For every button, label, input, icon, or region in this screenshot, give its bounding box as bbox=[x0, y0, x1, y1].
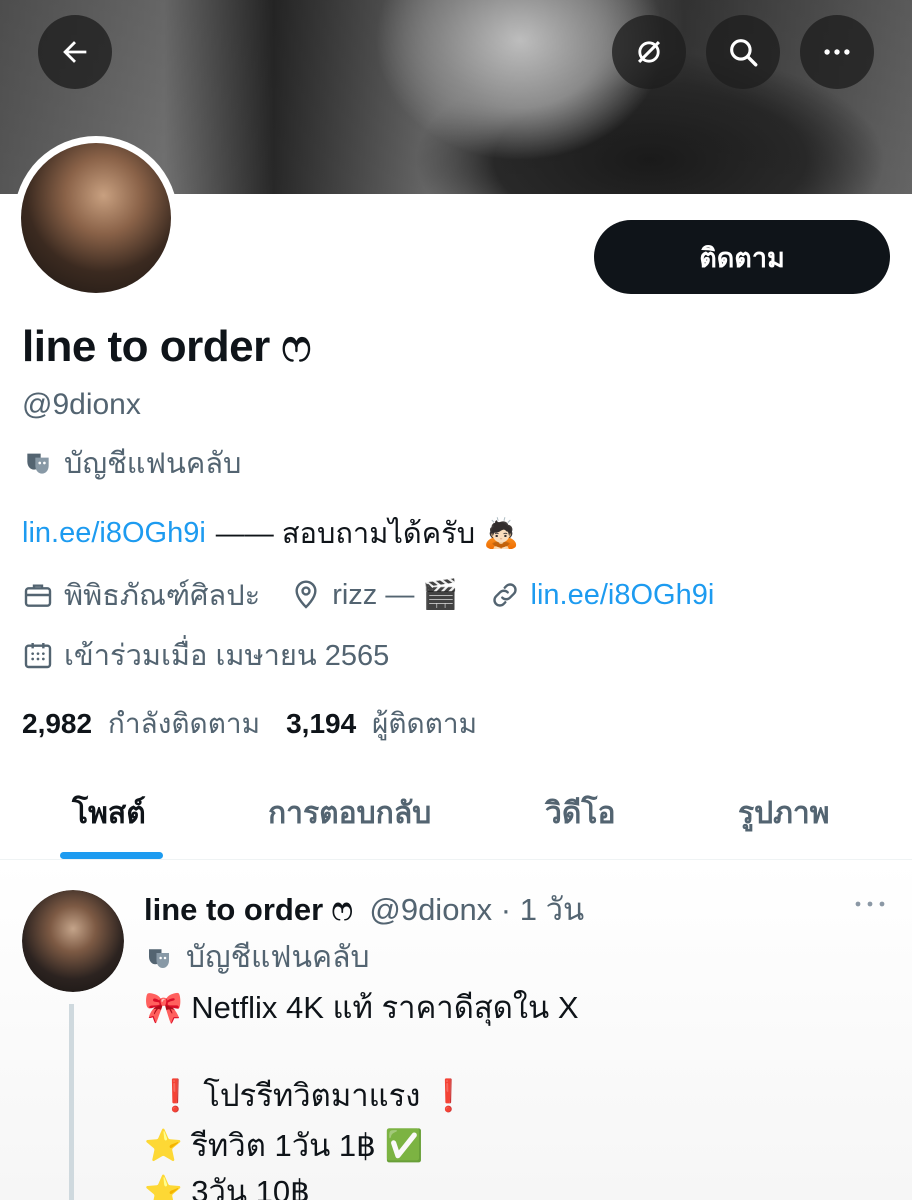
following-count: 2,982 bbox=[22, 708, 93, 739]
tab-photos[interactable]: รูปภาพ bbox=[738, 790, 830, 837]
post-text-line-1: 🎀 Netflix 4K แท้ ราคาดีสุดใน X bbox=[144, 990, 579, 1025]
profile-category: พิพิธภัณฑ์ศิลปะ bbox=[64, 580, 261, 612]
post-text-line-4: ⭐ 3วัน 10฿ bbox=[144, 1174, 310, 1200]
post-more-button[interactable] bbox=[852, 892, 888, 921]
more-horizontal-icon bbox=[855, 901, 885, 907]
profile-handle: @9dionx bbox=[22, 388, 141, 421]
following-label: กำลังติดตาม bbox=[107, 708, 261, 739]
more-horizontal-icon bbox=[824, 49, 850, 55]
display-name: line to order ෆ bbox=[22, 322, 311, 371]
post-avatar[interactable] bbox=[22, 890, 124, 992]
post-account-label: บัญชีแฟนคลับ bbox=[186, 941, 370, 974]
post-account-label-row: บัญชีแฟนคลับ bbox=[144, 934, 370, 981]
post-handle-time: @9dionx · 1 วัน bbox=[369, 892, 585, 927]
masks-icon bbox=[149, 948, 169, 968]
post-avatar-image bbox=[22, 890, 124, 992]
followers-link[interactable]: 3,194 ผู้ติดตาม bbox=[286, 702, 477, 746]
account-label: บัญชีแฟนคลับ bbox=[64, 448, 242, 480]
arrow-left-icon bbox=[63, 41, 87, 63]
follow-stats: 2,982 กำลังติดตาม 3,194 ผู้ติดตาม bbox=[22, 702, 477, 746]
profile-tabs: โพสต์ การตอบกลับ วิดีโอ รูปภาพ bbox=[0, 770, 912, 860]
thread-line bbox=[69, 1004, 74, 1200]
follow-button[interactable]: ติดตาม bbox=[594, 220, 890, 294]
masks-icon bbox=[27, 453, 49, 474]
back-button[interactable] bbox=[38, 15, 112, 89]
post-text-line-3: ⭐ รีทวิต 1วัน 1฿ ✅ bbox=[144, 1128, 424, 1163]
following-link[interactable]: 2,982 กำลังติดตาม bbox=[22, 702, 260, 746]
profile-website[interactable]: lin.ee/i8OGh9i bbox=[531, 579, 715, 612]
briefcase-icon bbox=[24, 584, 52, 607]
tab-posts[interactable]: โพสต์ bbox=[72, 790, 146, 837]
more-button[interactable] bbox=[800, 15, 874, 89]
profile-meta-row: พิพิธภัณฑ์ศิลปะ rizz — 🎬 lin.ee/i8OGh9i bbox=[22, 572, 714, 618]
bio: lin.ee/i8OGh9i —— สอบถามได้ครับ 🙇🏻 bbox=[22, 510, 519, 556]
grok-button[interactable] bbox=[612, 15, 686, 89]
grok-icon bbox=[637, 40, 661, 64]
tab-videos[interactable]: วิดีโอ bbox=[545, 790, 615, 837]
post-text-line-2: ❗ โปรรีทวิตมาแรง ❗ bbox=[156, 1078, 468, 1113]
avatar-image bbox=[21, 143, 171, 293]
followers-label: ผู้ติดตาม bbox=[371, 708, 478, 739]
search-icon bbox=[730, 39, 758, 67]
bio-link[interactable]: lin.ee/i8OGh9i bbox=[22, 517, 206, 550]
post-header: line to order ෆ @9dionx · 1 วัน bbox=[144, 884, 584, 934]
calendar-icon bbox=[24, 643, 52, 669]
profile-avatar[interactable] bbox=[14, 136, 178, 300]
post-author-name[interactable]: line to order ෆ bbox=[144, 892, 353, 927]
followers-count: 3,194 bbox=[286, 708, 357, 739]
tab-replies[interactable]: การตอบกลับ bbox=[268, 790, 431, 837]
link-icon bbox=[492, 583, 517, 607]
joined-row: เข้าร่วมเมื่อ เมษายน 2565 bbox=[22, 632, 389, 678]
account-label-row: บัญชีแฟนคลับ bbox=[22, 440, 241, 486]
search-button[interactable] bbox=[706, 15, 780, 89]
profile-location: rizz — 🎬 bbox=[332, 579, 459, 611]
location-icon bbox=[295, 580, 317, 609]
active-tab-indicator bbox=[60, 852, 163, 859]
bio-text: —— สอบถามได้ครับ 🙇🏻 bbox=[215, 518, 520, 550]
joined-date: เข้าร่วมเมื่อ เมษายน 2565 bbox=[64, 640, 390, 672]
